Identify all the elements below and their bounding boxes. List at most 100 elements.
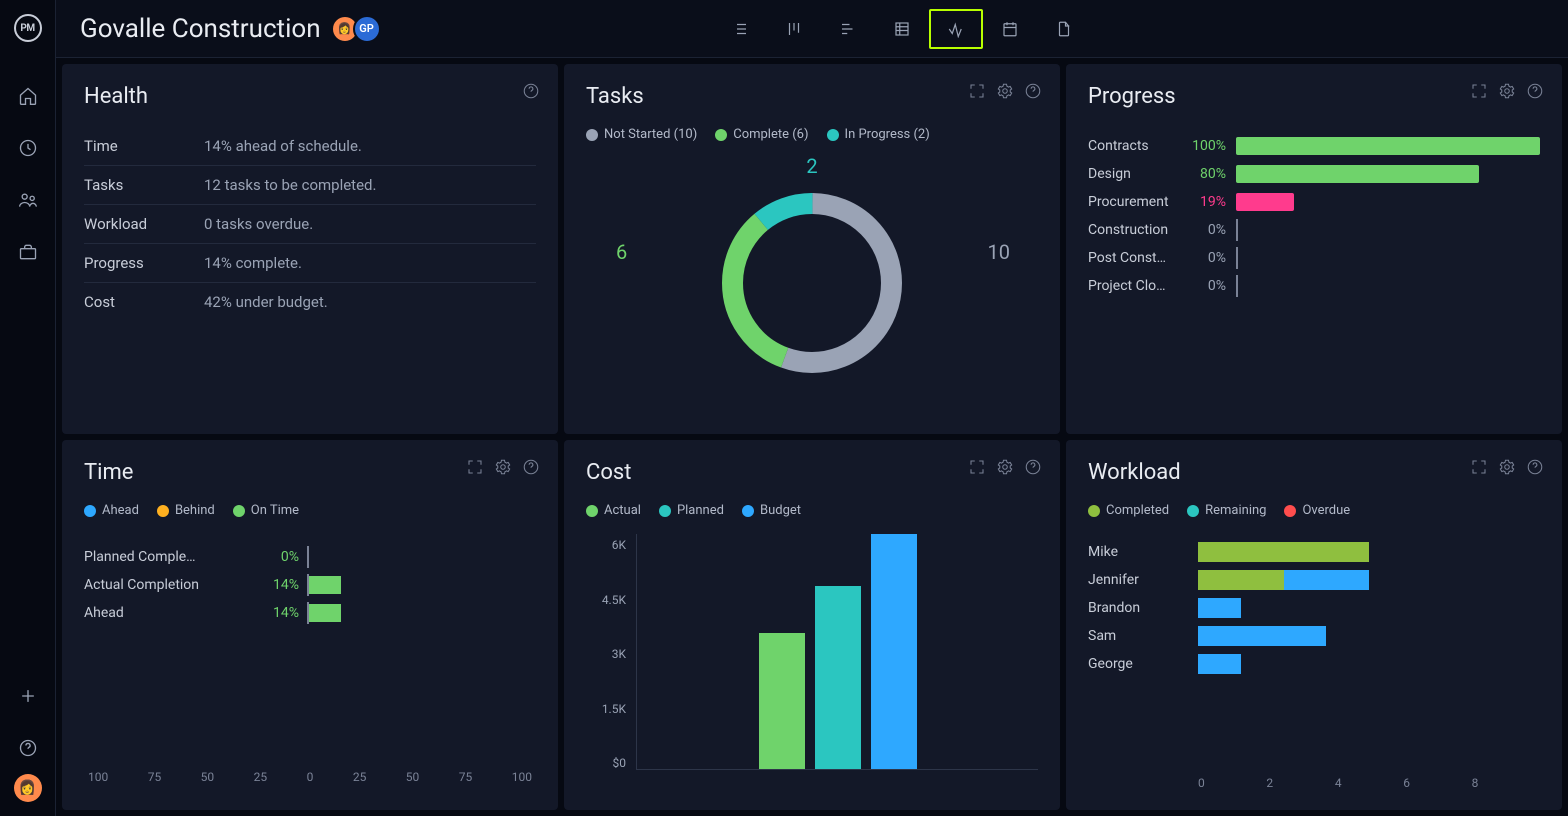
workload-row-name: Mike <box>1088 544 1198 560</box>
workload-row-name: Jennifer <box>1088 572 1198 588</box>
progress-row-bar <box>1236 249 1540 267</box>
health-row-value: 14% complete. <box>204 254 302 272</box>
left-nav-rail: PM 👩 <box>0 0 56 816</box>
time-row-bar <box>307 576 536 594</box>
gear-icon[interactable] <box>996 82 1014 100</box>
progress-panel: Progress Contracts 100% Design 80% Procu… <box>1066 64 1562 434</box>
progress-row-pct: 0% <box>1188 250 1236 266</box>
workload-row-bar <box>1198 542 1540 562</box>
cost-panel: Cost ActualPlannedBudget 6K4.5K3K1.5K$0 <box>564 440 1060 810</box>
expand-icon[interactable] <box>968 458 986 476</box>
tasks-complete-count: 6 <box>616 240 627 264</box>
help-icon[interactable] <box>16 736 40 760</box>
add-icon[interactable] <box>16 684 40 708</box>
progress-row-pct: 100% <box>1188 138 1236 154</box>
cost-legend: ActualPlannedBudget <box>586 503 1038 518</box>
time-row: Planned Comple… 0% <box>84 548 536 566</box>
gear-icon[interactable] <box>1498 82 1516 100</box>
dashboard-grid: Health Time 14% ahead of schedule. Tasks… <box>56 58 1568 816</box>
panel-title: Health <box>84 84 536 109</box>
workload-legend: CompletedRemainingOverdue <box>1088 503 1540 518</box>
legend-item: Not Started (10) <box>586 127 697 142</box>
legend-item: Budget <box>742 503 801 518</box>
time-panel: Time AheadBehindOn Time Planned Comple… … <box>62 440 558 810</box>
team-icon[interactable] <box>16 188 40 212</box>
app-logo[interactable]: PM <box>14 14 42 42</box>
gear-icon[interactable] <box>996 458 1014 476</box>
list-view-icon[interactable] <box>713 9 767 49</box>
expand-icon[interactable] <box>1470 458 1488 476</box>
current-user-avatar[interactable]: 👩 <box>14 774 42 802</box>
workload-row-bar <box>1198 570 1540 590</box>
health-row: Time 14% ahead of schedule. <box>84 127 536 166</box>
project-title: Govalle Construction <box>80 14 321 44</box>
workload-row-name: Sam <box>1088 628 1198 644</box>
time-row-name: Actual Completion <box>84 577 259 593</box>
topbar: Govalle Construction 👩 GP <box>56 0 1568 58</box>
cost-bar-budget <box>871 534 917 769</box>
workload-row: Brandon <box>1088 598 1540 618</box>
expand-icon[interactable] <box>968 82 986 100</box>
tasks-panel: Tasks Not Started (10)Complete (6)In Pro… <box>564 64 1060 434</box>
health-row-value: 0 tasks overdue. <box>204 215 313 233</box>
home-icon[interactable] <box>16 84 40 108</box>
legend-item: Actual <box>586 503 641 518</box>
workload-row-name: George <box>1088 656 1198 672</box>
gantt-view-icon[interactable] <box>821 9 875 49</box>
workload-row: Sam <box>1088 626 1540 646</box>
dashboard-view-icon[interactable] <box>929 9 983 49</box>
help-icon[interactable] <box>1526 458 1544 476</box>
files-view-icon[interactable] <box>1037 9 1091 49</box>
progress-row-bar <box>1236 137 1540 155</box>
cost-bar-planned <box>815 586 861 769</box>
health-row-label: Tasks <box>84 176 204 194</box>
tasks-inprogress-count: 2 <box>806 154 817 178</box>
help-icon[interactable] <box>1024 82 1042 100</box>
calendar-view-icon[interactable] <box>983 9 1037 49</box>
legend-item: Behind <box>157 503 215 518</box>
view-switcher <box>713 9 1091 49</box>
health-row-label: Workload <box>84 215 204 233</box>
legend-item: On Time <box>233 503 299 518</box>
gear-icon[interactable] <box>1498 458 1516 476</box>
legend-item: In Progress (2) <box>827 127 930 142</box>
workload-axis: 02468 <box>1088 776 1540 790</box>
progress-row-bar <box>1236 221 1540 239</box>
progress-row: Construction 0% <box>1088 221 1540 239</box>
time-legend: AheadBehindOn Time <box>84 503 536 518</box>
briefcase-icon[interactable] <box>16 240 40 264</box>
progress-row-pct: 0% <box>1188 222 1236 238</box>
help-icon[interactable] <box>1526 82 1544 100</box>
tasks-notstarted-count: 10 <box>988 240 1010 264</box>
main-area: Govalle Construction 👩 GP Health Time 14… <box>56 0 1568 816</box>
expand-icon[interactable] <box>1470 82 1488 100</box>
sheet-view-icon[interactable] <box>875 9 929 49</box>
project-members[interactable]: 👩 GP <box>337 15 381 43</box>
time-row: Actual Completion 14% <box>84 576 536 594</box>
board-view-icon[interactable] <box>767 9 821 49</box>
help-icon[interactable] <box>522 82 540 100</box>
health-row: Progress 14% complete. <box>84 244 536 283</box>
help-icon[interactable] <box>522 458 540 476</box>
member-avatar[interactable]: GP <box>353 15 381 43</box>
progress-row: Project Clo… 0% <box>1088 277 1540 295</box>
progress-row-pct: 19% <box>1188 194 1236 210</box>
expand-icon[interactable] <box>466 458 484 476</box>
time-row-pct: 14% <box>259 605 307 621</box>
health-row: Workload 0 tasks overdue. <box>84 205 536 244</box>
gear-icon[interactable] <box>494 458 512 476</box>
time-row-bar <box>307 548 536 566</box>
help-icon[interactable] <box>1024 458 1042 476</box>
health-row-label: Time <box>84 137 204 155</box>
legend-item: Remaining <box>1187 503 1266 518</box>
clock-icon[interactable] <box>16 136 40 160</box>
time-row-pct: 14% <box>259 577 307 593</box>
time-axis: 1007550250255075100 <box>84 770 536 790</box>
progress-row-pct: 0% <box>1188 278 1236 294</box>
tasks-donut-chart: 2 10 6 <box>586 152 1038 414</box>
health-row-label: Progress <box>84 254 204 272</box>
progress-row: Contracts 100% <box>1088 137 1540 155</box>
workload-row: Jennifer <box>1088 570 1540 590</box>
progress-row-bar <box>1236 277 1540 295</box>
legend-item: Complete (6) <box>715 127 808 142</box>
